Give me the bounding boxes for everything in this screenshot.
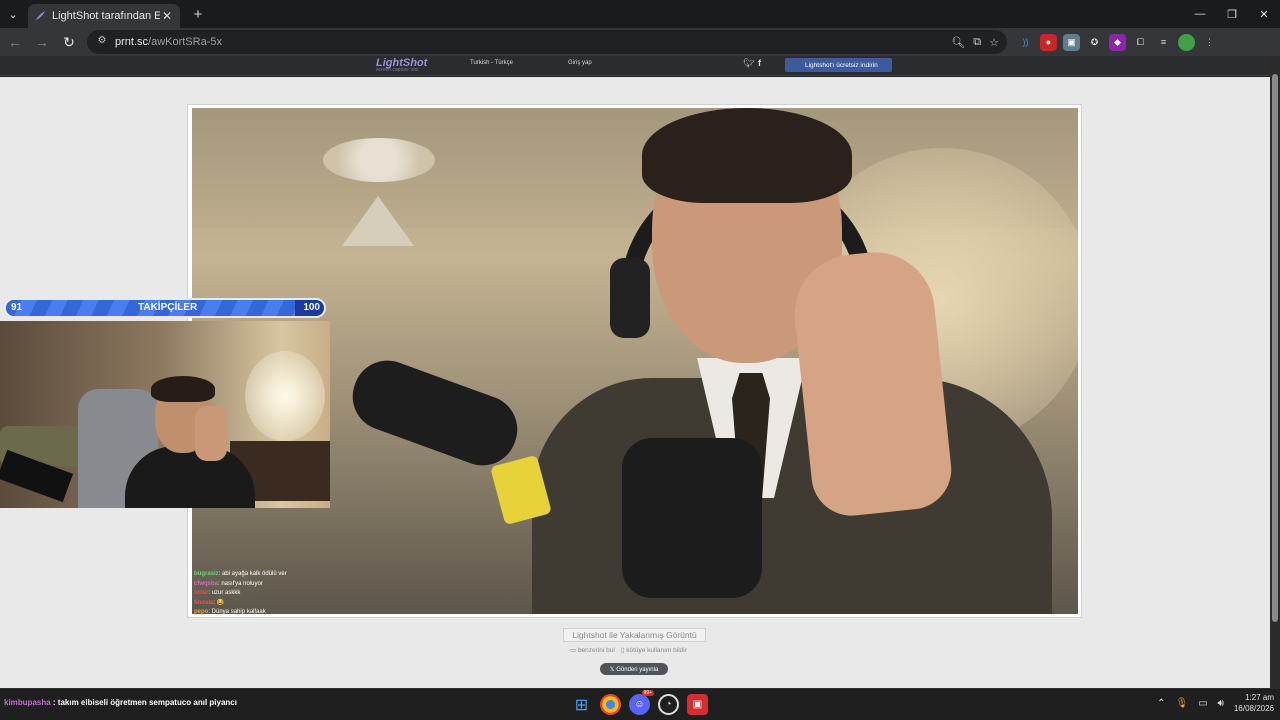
- minimize-icon[interactable]: —: [1184, 0, 1216, 28]
- discord-badge: 99+: [641, 690, 654, 696]
- language-selector[interactable]: Turkish - Türkçe: [470, 60, 513, 66]
- address-bar[interactable]: ⚙ prnt.sc /awKortSRa-5x 🔍︎ ⧉ ☆: [87, 30, 1007, 54]
- find-similar-label: benzerini bul: [577, 647, 615, 654]
- ceiling-lamp: [342, 196, 414, 246]
- page-scrollbar[interactable]: [1270, 56, 1280, 688]
- network-icon[interactable]: ▭: [1198, 698, 1207, 709]
- download-button[interactable]: Lightshot'ı ücretsiz indirin: [785, 58, 892, 72]
- man-in-suit: [492, 108, 1052, 614]
- lightshot-feather-icon: [34, 10, 46, 22]
- browser-toolbar: ← → ↻ ⚙ prnt.sc /awKortSRa-5x 🔍︎ ⧉ ☆ )) …: [0, 28, 1280, 56]
- zoom-icon[interactable]: 🔍︎: [951, 36, 965, 49]
- extension-purple-icon[interactable]: ◆: [1109, 33, 1126, 51]
- follower-goal-bar: 91 TAKİPÇİLER 100: [4, 298, 326, 318]
- streamer-webcam: [0, 321, 330, 508]
- microphone: [622, 438, 762, 598]
- taskbar: kimbupasha : takım elbiseli öğretmen sem…: [0, 688, 1280, 720]
- chat-line: finosia: 😂: [194, 599, 225, 606]
- follower-target: 100: [303, 302, 320, 313]
- lightshot-header: LightShot screen capture tool Turkish - …: [0, 56, 1270, 76]
- ticker-text: : takım elbiseli öğretmen sempatuco anıl…: [50, 698, 237, 707]
- follower-current: 91: [11, 302, 23, 313]
- red-app-icon[interactable]: ▣: [687, 694, 708, 715]
- window-close-icon[interactable]: ✕: [1248, 0, 1280, 28]
- chat-line: bugrasiz: abi ayağa kalk ödülü ver: [194, 571, 287, 577]
- clock-date: 16/08/2026: [1233, 704, 1274, 713]
- volume-icon[interactable]: 🔊︎: [1218, 698, 1224, 709]
- chrome-icon[interactable]: [600, 694, 621, 715]
- scrollbar-thumb[interactable]: [1272, 74, 1278, 622]
- report-label: kötüye kullanım bildir: [626, 647, 687, 654]
- image-caption: Lightshot ile Yakalanmış Görüntü: [563, 628, 706, 642]
- profile-avatar[interactable]: [1178, 33, 1195, 51]
- tab-search-icon[interactable]: ⌄: [0, 0, 26, 28]
- tab-strip: ⌄ LightShot tarafından Ekran Görü ✕ + — …: [0, 0, 1280, 28]
- windows-start-icon[interactable]: ⊞: [571, 694, 592, 715]
- microphone-icon[interactable]: 🎙︎: [1175, 698, 1188, 709]
- browser-menu-icon[interactable]: ⋮: [1201, 34, 1218, 51]
- media-queue-icon[interactable]: ≡: [1155, 34, 1172, 51]
- clock-time: 1:27 am: [1245, 693, 1274, 702]
- extension-gear-icon[interactable]: ✪: [1086, 34, 1103, 51]
- url-path: /awKortSRa-5x: [148, 36, 222, 48]
- lightshot-logo[interactable]: LightShot screen capture tool: [376, 57, 427, 73]
- clock[interactable]: 1:27 am 16/08/2026: [1234, 692, 1274, 714]
- discord-icon[interactable]: ☺ 99+: [629, 690, 654, 715]
- restore-icon[interactable]: ❐: [1216, 0, 1248, 28]
- chat-line: cfwqsba: nasıl'ya noluyor: [194, 580, 263, 587]
- tab-title: LightShot tarafından Ekran Görü: [52, 10, 160, 22]
- ticker-user: kimbupasha: [4, 698, 51, 707]
- obs-icon[interactable]: ◔: [658, 694, 679, 715]
- speech-extension-icon[interactable]: )): [1017, 34, 1034, 51]
- ceiling-rosette: [323, 138, 435, 182]
- reload-icon[interactable]: ↻: [57, 30, 81, 54]
- login-link[interactable]: Giriş yap: [568, 60, 592, 66]
- extensions-puzzle-icon[interactable]: ⧠: [1132, 34, 1149, 51]
- share-post-button[interactable]: 𝕏 Gönderi yayınla: [600, 663, 668, 675]
- url-domain: prnt.sc: [115, 36, 149, 48]
- report-abuse-link[interactable]: ▯ kötüye kullanım bildir: [621, 646, 687, 654]
- forward-icon[interactable]: →: [30, 30, 54, 54]
- tray-overflow-icon[interactable]: ⌃: [1157, 698, 1165, 709]
- chat-ticker: kimbupasha : takım elbiseli öğretmen sem…: [4, 698, 237, 707]
- site-info-icon[interactable]: ⚙: [95, 35, 109, 49]
- download-label: Lightshot'ı ücretsiz indirin: [805, 61, 878, 69]
- tab-lightshot[interactable]: LightShot tarafından Ekran Görü ✕: [28, 4, 180, 28]
- new-tab-button[interactable]: +: [188, 6, 208, 23]
- tab-close-icon[interactable]: ✕: [160, 9, 174, 23]
- facebook-icon[interactable]: f: [758, 58, 761, 68]
- extension-window-icon[interactable]: ▣: [1063, 33, 1080, 51]
- twitter-icon[interactable]: 🐦︎: [743, 58, 754, 69]
- extension-red-icon[interactable]: ●: [1040, 33, 1057, 51]
- chat-line: oclsr: uzur askkk: [194, 590, 241, 596]
- follower-label: TAKİPÇİLER: [138, 302, 198, 313]
- find-similar-link[interactable]: ▭ benzerini bul: [570, 646, 615, 654]
- stream-chat: bugrasiz: abi ayağa kalk ödülü ver cfwqs…: [194, 570, 394, 618]
- cast-icon[interactable]: ⧉: [973, 36, 981, 49]
- back-icon[interactable]: ←: [3, 30, 27, 54]
- chat-line: pepo: Dünya sahip kalfaak: [194, 609, 266, 615]
- bookmark-star-icon[interactable]: ☆: [989, 36, 999, 49]
